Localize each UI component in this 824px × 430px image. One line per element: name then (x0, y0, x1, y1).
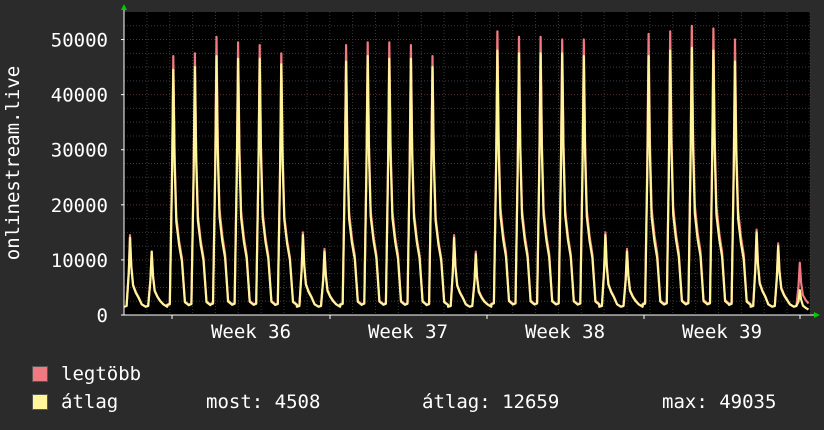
y-tick-label: 50000 (51, 30, 108, 52)
legend-swatch-max (32, 366, 48, 382)
x-tick-label: Week 38 (525, 321, 605, 340)
legend-label-max: legtöbb (61, 363, 142, 385)
legend-item-avg: átlag (32, 391, 118, 413)
stat-average: átlag: 12659 (422, 391, 560, 413)
legend-item-max: legtöbb (32, 363, 141, 385)
y-tick-label: 40000 (51, 85, 108, 107)
y-axis-label: onlinestream.live (2, 66, 24, 260)
legend-label-avg: átlag (61, 391, 119, 413)
x-axis-arrow (814, 312, 820, 318)
x-tick-label: Week 37 (368, 321, 448, 340)
y-axis-arrow (121, 4, 127, 10)
y-tick-label: 20000 (51, 195, 108, 217)
x-tick-label: Week 36 (211, 321, 291, 340)
y-tick-label: 0 (97, 305, 108, 327)
stat-current: most: 4508 (206, 391, 321, 413)
legend-swatch-avg (32, 394, 48, 410)
y-tick-label: 30000 (51, 140, 108, 162)
y-tick-label: 10000 (51, 250, 108, 272)
stat-maximum: max: 49035 (662, 391, 777, 413)
chart-svg: 0 10000 20000 30000 40000 50000 Week 36 Week 3… (2, 4, 820, 343)
x-tick-label: Week 39 (682, 321, 762, 340)
